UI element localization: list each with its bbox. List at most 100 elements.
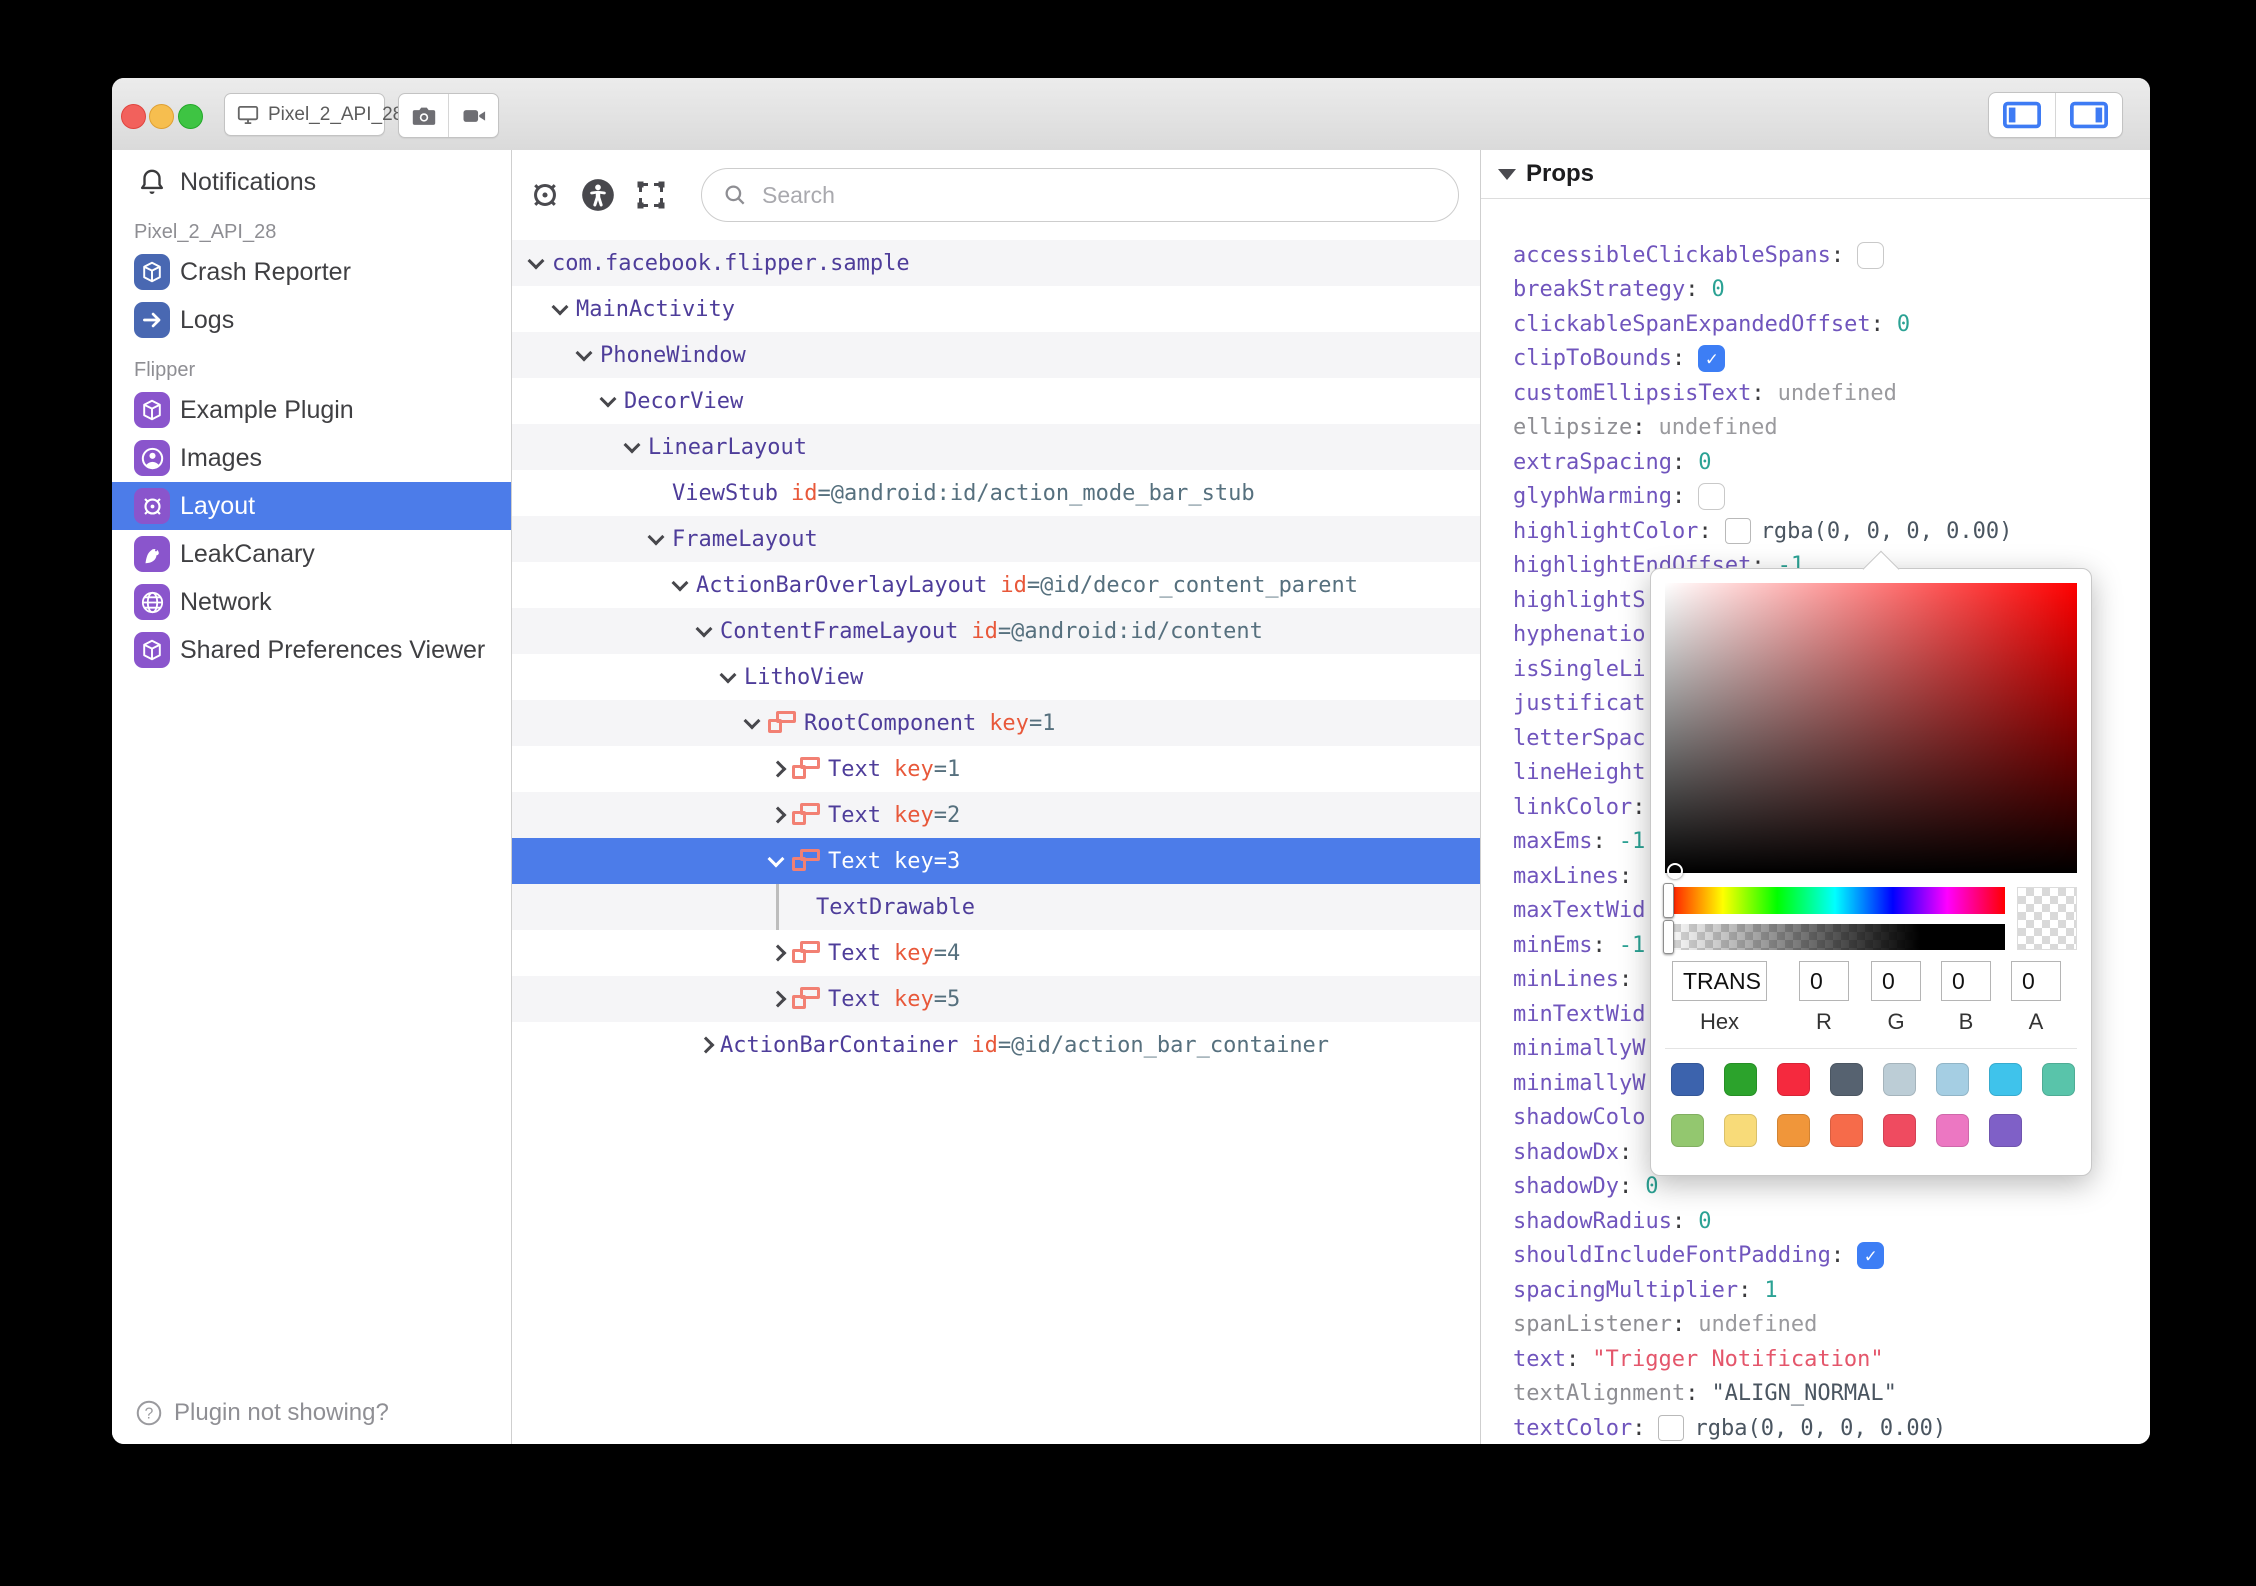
flipper-window: Pixel_2_API_28 Notifications Pixel_2_API…	[112, 78, 2150, 1444]
prop-row-textcolor: textColor: rgba(0, 0, 0, 0.00)	[1513, 1411, 2150, 1444]
tree-row-textkey-2[interactable]: Text key =2	[512, 792, 1480, 838]
node-attr-value: =@id/decor_content_parent	[1026, 572, 1359, 598]
chevron-down-icon[interactable]	[767, 850, 792, 868]
preset-swatch-f5293e[interactable]	[1777, 1063, 1810, 1096]
preset-swatch-f8db79[interactable]	[1724, 1114, 1757, 1147]
sidebar-item-network[interactable]: Network	[112, 578, 511, 626]
preset-swatch-7f60c7[interactable]	[1989, 1114, 2022, 1147]
toggle-left-sidebar-button[interactable]	[1989, 93, 2055, 137]
tree-row-com-facebook-flipper-sample[interactable]: com.facebook.flipper.sample	[512, 240, 1480, 286]
chevron-down-icon[interactable]	[551, 298, 576, 316]
chevron-down-icon[interactable]	[719, 666, 744, 684]
preset-swatch-93c76f[interactable]	[1671, 1114, 1704, 1147]
tree-row-rootcomponentkey-1[interactable]: RootComponent key =1	[512, 700, 1480, 746]
prop-key: shadowDy	[1513, 1174, 1619, 1200]
chevron-right-icon[interactable]	[697, 1036, 720, 1054]
red-input[interactable]	[1799, 961, 1849, 1001]
sidebar-item-leakcanary[interactable]: LeakCanary	[112, 530, 511, 578]
chevron-down-icon[interactable]	[671, 574, 696, 592]
sidebar-item-shared-preferences-viewer[interactable]: Shared Preferences Viewer	[112, 626, 511, 674]
prop-value: undefined	[1658, 415, 1778, 441]
plugin-not-showing-link[interactable]: ? Plugin not showing?	[134, 1398, 389, 1428]
sidebar-item-example-plugin[interactable]: Example Plugin	[112, 386, 511, 434]
alpha-slider-handle[interactable]	[1663, 920, 1674, 954]
minimize-button[interactable]	[149, 104, 174, 129]
tree-row-textkey-1[interactable]: Text key =1	[512, 746, 1480, 792]
tree-row-viewstubid-android-id-action-mode-bar-stub[interactable]: ViewStub id =@android:id/action_mode_bar_s…	[512, 470, 1480, 516]
tree-row-mainactivity[interactable]: MainActivity	[512, 286, 1480, 332]
chevron-right-icon[interactable]	[769, 760, 792, 778]
chevron-down-icon[interactable]	[599, 390, 624, 408]
screen-record-button[interactable]	[448, 94, 498, 137]
blue-input[interactable]	[1941, 961, 1991, 1001]
tree-row-actionbarcontainerid-id-action-bar-container[interactable]: ActionBarContainer id =@id/action_bar_cont…	[512, 1022, 1480, 1068]
preset-swatch-ef4b60[interactable]	[1883, 1114, 1916, 1147]
screenshot-button[interactable]	[399, 94, 448, 137]
node-name: TextDrawable	[816, 894, 975, 920]
zoom-button[interactable]	[178, 104, 203, 129]
chevron-down-icon[interactable]	[575, 344, 600, 362]
preset-swatch-f66b4a[interactable]	[1830, 1114, 1863, 1147]
device-selector[interactable]: Pixel_2_API_28	[224, 93, 403, 136]
tree-row-textkey-5[interactable]: Text key =5	[512, 976, 1480, 1022]
prop-key: highlightS	[1513, 587, 1646, 613]
tree-row-textdrawable[interactable]: TextDrawable	[512, 884, 1480, 930]
sidebar-item-notifications[interactable]: Notifications	[112, 158, 511, 206]
green-input[interactable]	[1871, 961, 1921, 1001]
color-swatch[interactable]	[1724, 518, 1751, 545]
tree-row-textkey-4[interactable]: Text key =4	[512, 930, 1480, 976]
hex-input[interactable]	[1672, 961, 1767, 1001]
close-button[interactable]	[121, 104, 146, 129]
node-name: Text	[828, 940, 881, 966]
chevron-right-icon[interactable]	[769, 806, 792, 824]
accessibility-icon[interactable]	[578, 175, 618, 215]
toggle-right-sidebar-button[interactable]	[2055, 93, 2122, 137]
tree-row-textkey-3[interactable]: Text key =3	[512, 838, 1480, 884]
preset-swatch-2ca32c[interactable]	[1724, 1063, 1757, 1096]
checkbox-checked[interactable]: ✓	[1698, 345, 1726, 373]
preset-swatch-3c63ad[interactable]	[1671, 1063, 1704, 1096]
hue-slider-handle[interactable]	[1663, 883, 1674, 918]
preset-swatch-a5cee3[interactable]	[1936, 1063, 1969, 1096]
chevron-right-icon[interactable]	[769, 990, 792, 1008]
litho-component-icon	[792, 847, 822, 875]
tree-row-lithoview[interactable]: LithoView	[512, 654, 1480, 700]
preset-swatch-59c4aa[interactable]	[2042, 1063, 2075, 1096]
checkbox-checked[interactable]: ✓	[1857, 1242, 1885, 1270]
saturation-cursor[interactable]	[1667, 863, 1683, 879]
expand-bounds-icon[interactable]	[631, 175, 671, 215]
prop-key: shadowColo	[1513, 1105, 1646, 1131]
target-select-icon[interactable]	[525, 175, 565, 215]
preset-swatch-bccdd6[interactable]	[1883, 1063, 1916, 1096]
tree-row-decorview[interactable]: DecorView	[512, 378, 1480, 424]
chevron-right-icon[interactable]	[769, 944, 792, 962]
alpha-input[interactable]	[2011, 961, 2061, 1001]
sidebar-item-crash-reporter[interactable]: Crash Reporter	[112, 248, 511, 296]
preset-swatch-3fc3eb[interactable]	[1989, 1063, 2022, 1096]
preset-swatch-ec77c2[interactable]	[1936, 1114, 1969, 1147]
preset-swatch-566270[interactable]	[1830, 1063, 1863, 1096]
alpha-slider[interactable]	[1663, 920, 2005, 954]
tree-row-linearlayout[interactable]: LinearLayout	[512, 424, 1480, 470]
tree-row-contentframelayoutid-android-id-content[interactable]: ContentFrameLayout id =@android:id/content	[512, 608, 1480, 654]
sidebar-item-images[interactable]: Images	[112, 434, 511, 482]
tree-row-framelayout[interactable]: FrameLayout	[512, 516, 1480, 562]
search-input[interactable]	[760, 180, 1438, 210]
checkbox-unchecked[interactable]	[1857, 241, 1885, 269]
preset-swatch-f0963a[interactable]	[1777, 1114, 1810, 1147]
tree-row-phonewindow[interactable]: PhoneWindow	[512, 332, 1480, 378]
sidebar-item-logs[interactable]: Logs	[112, 296, 511, 344]
chevron-down-icon[interactable]	[743, 712, 768, 730]
prop-row-customellipsistext: customEllipsisText: undefined	[1513, 376, 2150, 411]
color-swatch[interactable]	[1658, 1415, 1685, 1442]
hue-slider[interactable]	[1663, 883, 2005, 918]
chevron-down-icon[interactable]	[623, 436, 648, 454]
chevron-down-icon[interactable]	[695, 620, 720, 638]
props-header[interactable]: Props	[1481, 150, 2150, 199]
sidebar-item-layout[interactable]: Layout	[112, 482, 511, 530]
checkbox-unchecked[interactable]	[1698, 483, 1726, 511]
saturation-area[interactable]	[1665, 583, 2077, 879]
chevron-down-icon[interactable]	[647, 528, 672, 546]
chevron-down-icon[interactable]	[527, 252, 552, 270]
tree-row-actionbaroverlaylayoutid-id-decor-content-parent[interactable]: ActionBarOverlayLayout id =@id/decor_conte…	[512, 562, 1480, 608]
